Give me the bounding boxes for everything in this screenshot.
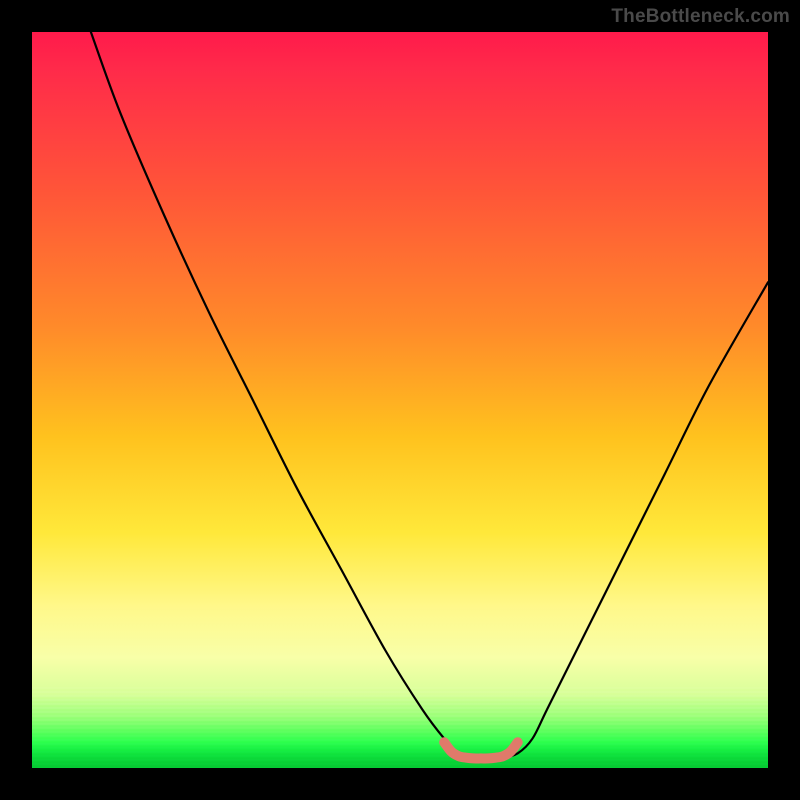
curve-layer	[32, 32, 768, 768]
watermark-text: TheBottleneck.com	[611, 6, 790, 28]
plot-area	[32, 32, 768, 768]
chart-frame: TheBottleneck.com	[0, 0, 800, 800]
minimum-marker	[444, 742, 518, 758]
bottleneck-curve	[91, 32, 768, 757]
